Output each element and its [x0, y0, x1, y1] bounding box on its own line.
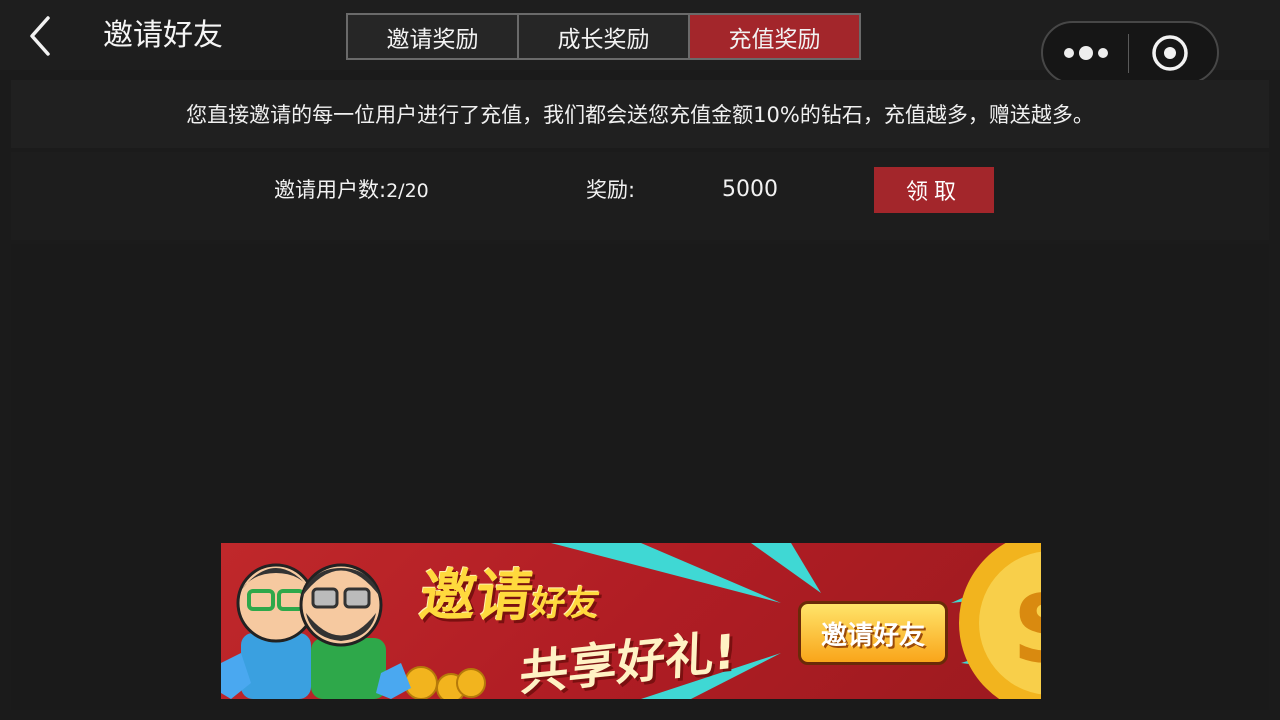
claim-button[interactable]: 领取 [874, 167, 994, 213]
banner-title-small: 好友 [528, 584, 603, 624]
banner-title: 邀请好友 [415, 551, 606, 632]
target-close-icon [1152, 35, 1188, 71]
close-button[interactable] [1151, 34, 1189, 72]
tab-recharge-reward[interactable]: 充值奖励 [688, 15, 859, 58]
reward-tabs: 邀请奖励 成长奖励 充值奖励 [346, 13, 861, 60]
back-arrow-icon [30, 16, 50, 56]
more-dots-icon-center [1079, 45, 1093, 60]
svg-text:$: $ [1011, 561, 1041, 689]
invite-count-value: 2/20 [386, 180, 429, 202]
reward-label: 奖励: [586, 178, 636, 202]
capsule-divider [1128, 34, 1129, 73]
more-dots-icon [1064, 47, 1074, 58]
notice-text: 您直接邀请的每一位用户进行了充值，我们都会送您充值金额10%的钻石，充值越多，赠… [186, 103, 1094, 127]
page-title: 邀请好友 [103, 18, 223, 53]
invite-banner[interactable]: $ 邀请好友 共享好礼! 邀请好友 [221, 543, 1041, 699]
back-button[interactable] [22, 14, 62, 58]
reward-row: 邀请用户数:2/20 奖励: 5000 领取 [11, 152, 1269, 240]
banner-invite-button[interactable]: 邀请好友 [798, 601, 948, 665]
invite-count-label: 邀请用户数:2/20 [274, 176, 429, 205]
small-coin-icon [404, 666, 438, 699]
invite-label-text: 邀请用户数: [274, 178, 387, 202]
banner-ray-icon-2 [751, 543, 821, 593]
cartoon-friends-icon [236, 563, 386, 699]
top-bar: 邀请好友 邀请奖励 成长奖励 充值奖励 [0, 0, 1280, 84]
more-button[interactable] [1043, 23, 1129, 82]
mini-program-capsule [1041, 21, 1219, 84]
tab-invite-reward[interactable]: 邀请奖励 [348, 15, 517, 58]
tab-growth-reward[interactable]: 成长奖励 [517, 15, 688, 58]
banner-title-main: 邀请 [415, 564, 537, 629]
more-dots-icon-right [1098, 47, 1108, 58]
recharge-notice: 您直接邀请的每一位用户进行了充值，我们都会送您充值金额10%的钻石，充值越多，赠… [11, 80, 1269, 148]
reward-value: 5000 [722, 177, 778, 202]
